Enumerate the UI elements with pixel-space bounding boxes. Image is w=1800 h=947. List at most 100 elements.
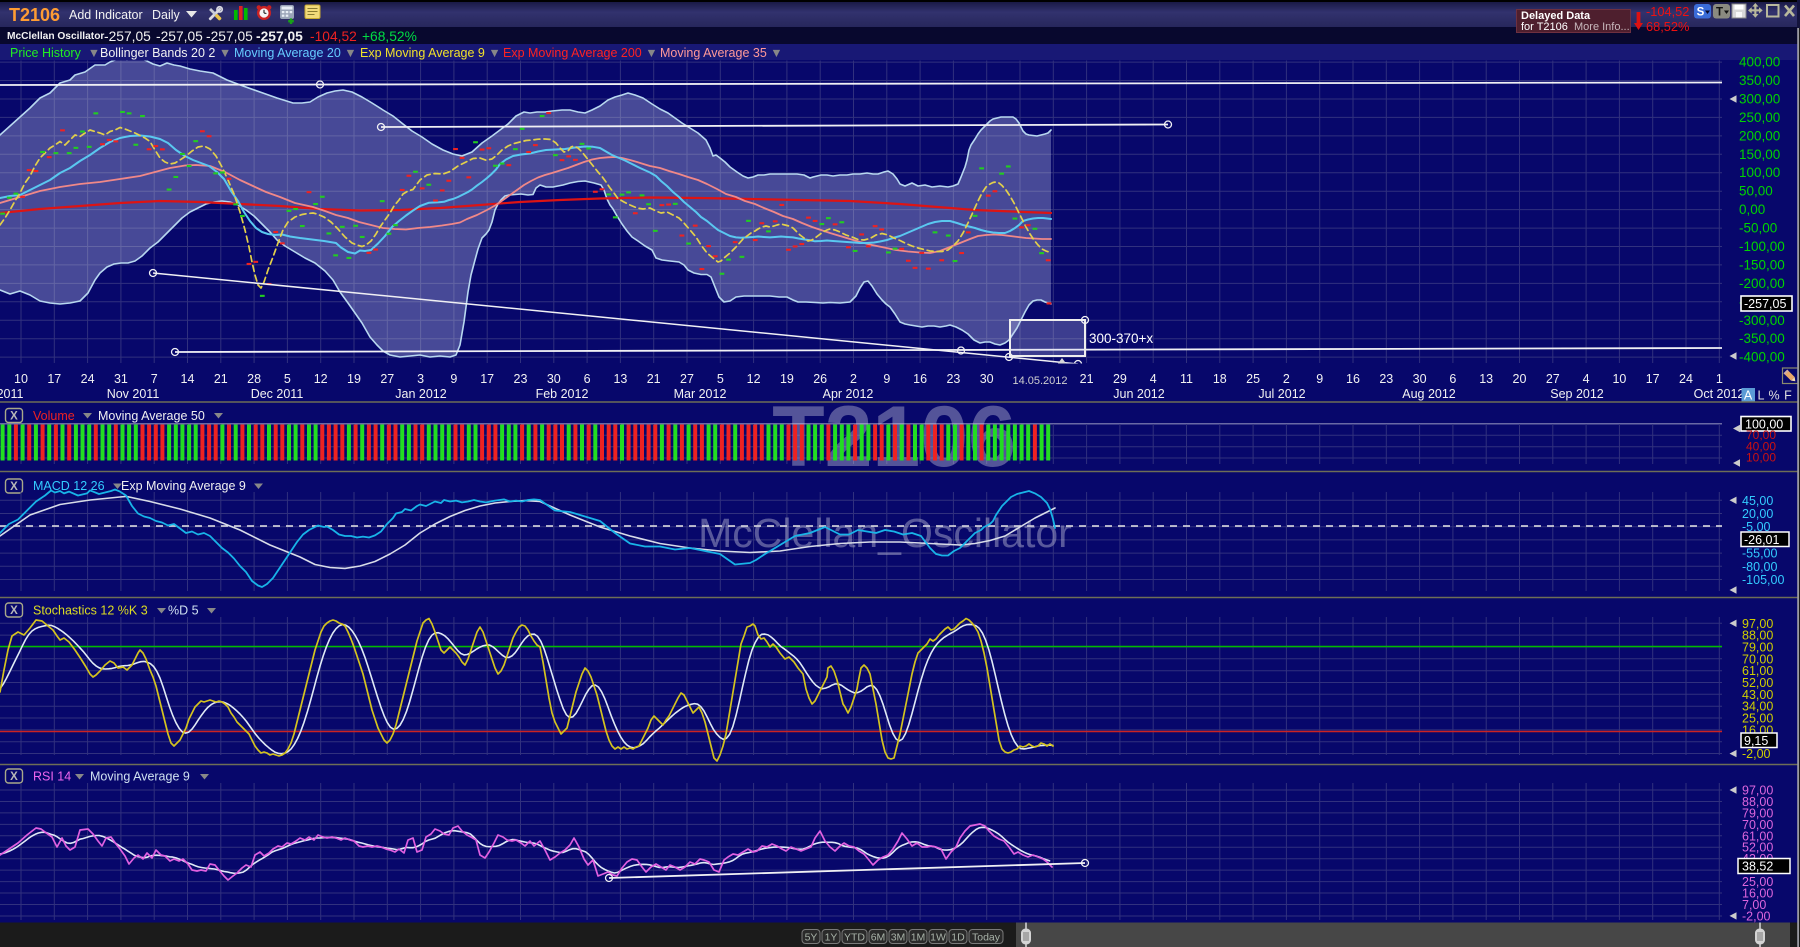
svg-text:14: 14: [181, 372, 195, 386]
svg-text:Feb 2012: Feb 2012: [536, 387, 589, 401]
svg-text:9: 9: [1316, 372, 1323, 386]
svg-text:F: F: [1784, 389, 1792, 403]
svg-text:Jan 2012: Jan 2012: [395, 387, 446, 401]
svg-text:11: 11: [1180, 372, 1193, 386]
svg-text:-100,00: -100,00: [1739, 239, 1785, 254]
svg-text:Dec 2011: Dec 2011: [251, 387, 304, 401]
svg-text:14.05.2012: 14.05.2012: [1012, 375, 1067, 387]
svg-text:Oct 2012: Oct 2012: [1694, 387, 1745, 401]
svg-text:29: 29: [1113, 372, 1127, 386]
svg-text:X: X: [10, 481, 18, 493]
svg-text:McClellan_Oscillator: McClellan_Oscillator: [698, 510, 1072, 556]
svg-text:10: 10: [14, 372, 28, 386]
svg-text:21: 21: [214, 372, 228, 386]
svg-text:-200,00: -200,00: [1739, 276, 1785, 291]
svg-text:-55,00: -55,00: [1742, 547, 1777, 561]
svg-text:Aug 2012: Aug 2012: [1402, 387, 1456, 401]
svg-text:-350,00: -350,00: [1739, 331, 1785, 346]
svg-text:13: 13: [613, 372, 627, 386]
svg-text:200,00: 200,00: [1739, 128, 1780, 143]
svg-text:16: 16: [1346, 372, 1360, 386]
svg-text:%D 5: %D 5: [168, 604, 199, 618]
svg-text:3: 3: [417, 372, 424, 386]
svg-text:T: T: [1716, 7, 1723, 19]
svg-text:-300,00: -300,00: [1739, 313, 1785, 328]
svg-text:21: 21: [647, 372, 661, 386]
svg-text:30: 30: [980, 372, 994, 386]
svg-text:23: 23: [514, 372, 528, 386]
svg-text:17: 17: [480, 372, 494, 386]
svg-text:-2,00: -2,00: [1742, 909, 1771, 923]
svg-text:A: A: [1744, 389, 1753, 403]
svg-text:-26,01: -26,01: [1744, 533, 1779, 547]
svg-text:50,00: 50,00: [1739, 184, 1773, 199]
svg-text:30: 30: [1413, 372, 1427, 386]
svg-text:28: 28: [247, 372, 261, 386]
svg-text:13: 13: [1479, 372, 1493, 386]
svg-text:19: 19: [347, 372, 361, 386]
svg-text:27: 27: [380, 372, 394, 386]
svg-text:12: 12: [314, 372, 328, 386]
svg-text:X: X: [10, 411, 18, 423]
svg-text:4: 4: [1583, 372, 1590, 386]
svg-text:%: %: [1768, 389, 1779, 403]
svg-text:150,00: 150,00: [1739, 147, 1780, 162]
svg-text:YTD: YTD: [844, 932, 865, 944]
svg-text:-105,00: -105,00: [1742, 573, 1784, 587]
svg-text:9: 9: [450, 372, 457, 386]
svg-text:30: 30: [547, 372, 561, 386]
svg-text:24: 24: [1679, 372, 1693, 386]
svg-text:1M: 1M: [911, 932, 926, 944]
svg-text:16: 16: [913, 372, 927, 386]
svg-text:10,00: 10,00: [1746, 451, 1776, 465]
svg-text:400,00: 400,00: [1739, 55, 1780, 70]
svg-text:19: 19: [780, 372, 794, 386]
svg-text:1Y: 1Y: [825, 932, 838, 944]
svg-text:100,00: 100,00: [1739, 165, 1780, 180]
svg-text:24: 24: [81, 372, 95, 386]
svg-text:6M: 6M: [871, 932, 886, 944]
svg-text:X: X: [10, 605, 18, 617]
svg-text:-400,00: -400,00: [1739, 350, 1785, 365]
svg-text:-150,00: -150,00: [1739, 257, 1785, 272]
svg-text:23: 23: [1379, 372, 1393, 386]
svg-text:Sep 2012: Sep 2012: [1550, 387, 1604, 401]
svg-text:9: 9: [883, 372, 890, 386]
svg-text:17: 17: [1646, 372, 1660, 386]
svg-text:7: 7: [151, 372, 158, 386]
svg-text:10: 10: [1612, 372, 1626, 386]
svg-text:Mar 2012: Mar 2012: [674, 387, 727, 401]
svg-text:1D: 1D: [951, 932, 965, 944]
svg-text:45,00: 45,00: [1742, 494, 1773, 508]
svg-text:6: 6: [584, 372, 591, 386]
svg-text:Stochastics 12 %K 3: Stochastics 12 %K 3: [33, 604, 148, 618]
svg-text:Jun 2012: Jun 2012: [1113, 387, 1164, 401]
svg-text:4: 4: [1150, 372, 1157, 386]
svg-text:21: 21: [1080, 372, 1094, 386]
svg-text:6: 6: [1449, 372, 1456, 386]
svg-text:9,15: 9,15: [1744, 734, 1768, 748]
svg-text:18: 18: [1213, 372, 1227, 386]
svg-text:2: 2: [850, 372, 857, 386]
svg-text:S: S: [1697, 7, 1705, 19]
svg-text:20: 20: [1513, 372, 1527, 386]
svg-text:350,00: 350,00: [1739, 73, 1780, 88]
svg-text:Moving Average 50: Moving Average 50: [98, 409, 205, 423]
svg-text:3M: 3M: [891, 932, 906, 944]
svg-text:12: 12: [747, 372, 761, 386]
svg-text:300,00: 300,00: [1739, 92, 1780, 107]
svg-text:27: 27: [680, 372, 694, 386]
svg-text:-257,05: -257,05: [1744, 297, 1786, 311]
svg-text:Today: Today: [972, 932, 1001, 944]
svg-text:X: X: [10, 771, 18, 783]
svg-text:-2,00: -2,00: [1742, 747, 1771, 761]
svg-text:Exp Moving Average 9: Exp Moving Average 9: [121, 479, 246, 493]
svg-text:27: 27: [1546, 372, 1560, 386]
svg-text:5: 5: [717, 372, 724, 386]
svg-text:-50,00: -50,00: [1739, 221, 1777, 236]
svg-text:L: L: [1758, 389, 1765, 403]
svg-text:1: 1: [1716, 372, 1723, 386]
svg-text:250,00: 250,00: [1739, 110, 1780, 125]
svg-text:300-370+x: 300-370+x: [1089, 331, 1153, 346]
svg-text:2: 2: [1283, 372, 1290, 386]
